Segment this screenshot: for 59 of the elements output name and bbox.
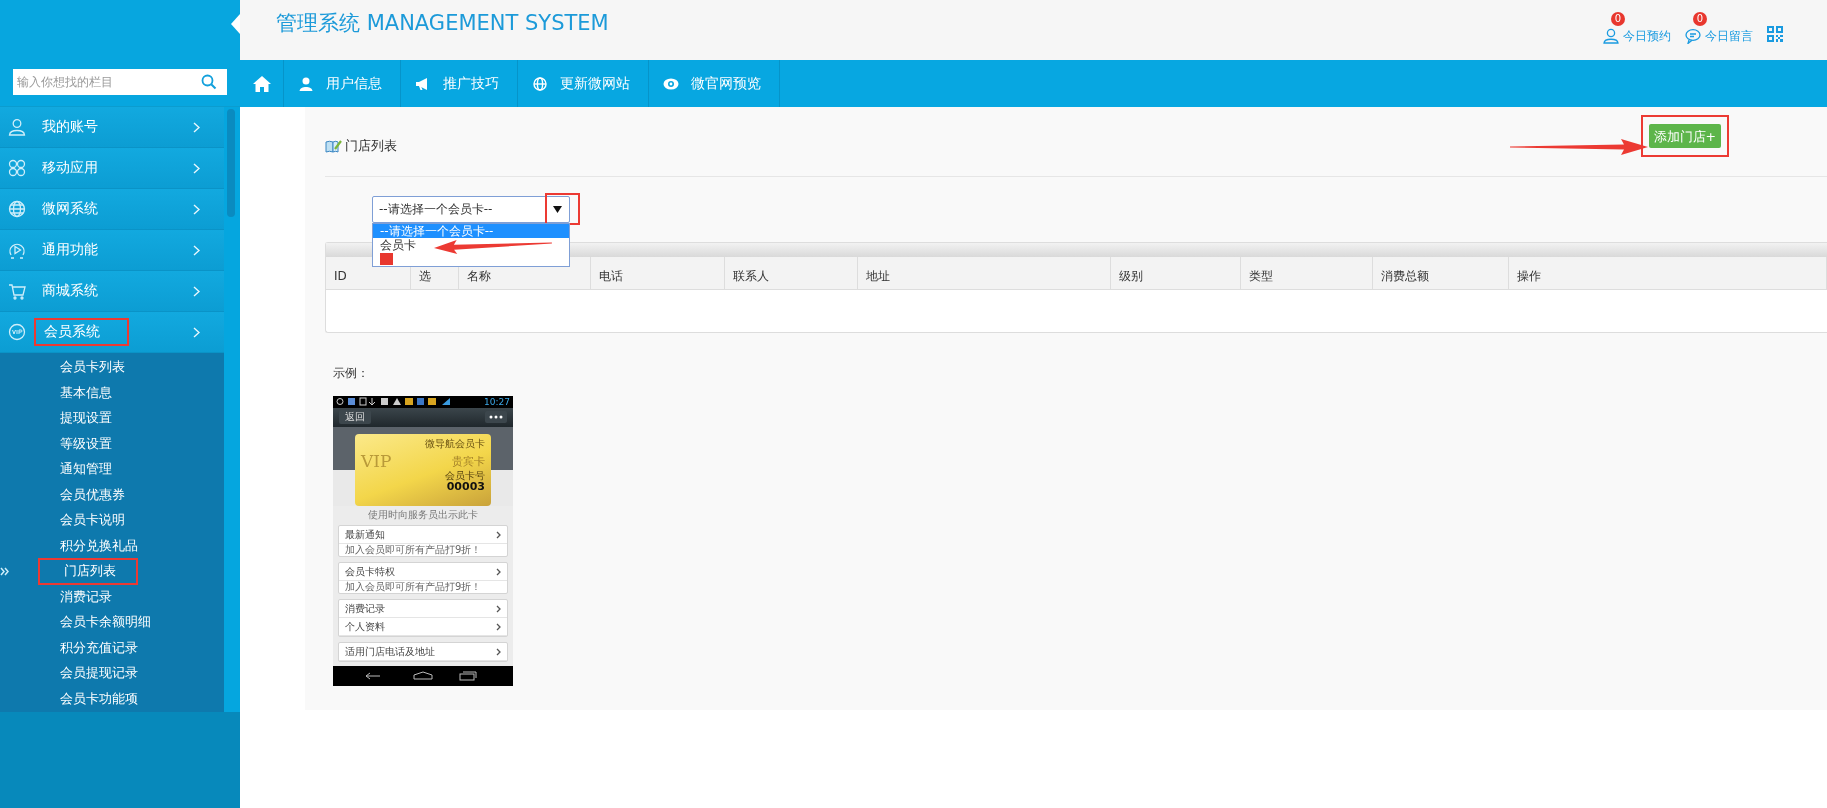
submenu-item[interactable]: 门店列表 <box>38 558 138 586</box>
sidebar-menu-item[interactable]: 会员系统 <box>0 312 224 353</box>
column-header: 消费总额 <box>1373 257 1509 289</box>
column-header: 类型 <box>1241 257 1373 289</box>
submenu-item[interactable]: 会员提现记录 <box>60 665 138 683</box>
card-hint: 使用时向服务员出示此卡 <box>367 508 479 522</box>
menu-label: 会员系统 <box>34 318 129 346</box>
phone-list-note: 加入会员即可所有产品打9折！ <box>344 581 483 593</box>
notice-link[interactable]: 今日留言 <box>1685 27 1753 45</box>
phone-list-item: 个人资料 <box>339 618 507 636</box>
add-store-button[interactable]: 添加门店+ <box>1648 123 1721 148</box>
submenu-item[interactable]: 会员优惠券 <box>60 486 125 504</box>
phone-list-item: 会员卡特权 <box>339 563 507 581</box>
phone-list-item: 最新通知 <box>339 526 507 544</box>
search-field[interactable]: 输入你想找的栏目 <box>13 69 227 95</box>
member-card-select[interactable]: --请选择一个会员卡-- <box>372 196 570 223</box>
submenu-item[interactable]: 提现设置 <box>60 410 112 428</box>
submenu-item[interactable]: 会员卡列表 <box>60 359 125 377</box>
sidebar-menu-item[interactable]: 微网系统 <box>0 189 224 230</box>
card-number-label: 会员卡号 <box>445 471 485 481</box>
phone-list-note: 加入会员即可所有产品打9折！ <box>344 544 483 556</box>
menu-label: 移动应用 <box>41 158 99 177</box>
column-header: 地址 <box>858 257 1111 289</box>
submenu-item[interactable]: 通知管理 <box>60 461 112 479</box>
menu-label: 我的账号 <box>41 117 99 136</box>
submenu-item[interactable]: 会员卡说明 <box>60 512 125 530</box>
sidebar-menu-item[interactable]: 通用功能 <box>0 230 224 271</box>
page-title: 门店列表 <box>345 136 397 155</box>
example-label: 示例： <box>333 365 370 382</box>
column-header: 操作 <box>1509 257 1827 289</box>
menu-label: 微网系统 <box>41 199 99 218</box>
menu-label: 通用功能 <box>41 240 99 259</box>
submenu-item[interactable]: 积分充值记录 <box>60 639 138 657</box>
phone-list-item: 适用门店电话及地址 <box>339 643 507 661</box>
count-badge: 0 <box>1611 11 1625 26</box>
sidebar-menu-item[interactable]: 我的账号 <box>0 107 224 148</box>
column-header: 电话 <box>591 257 725 289</box>
submenu-item[interactable]: 积分兑换礼品 <box>60 537 138 555</box>
card-vip: VIP <box>361 451 392 471</box>
submenu-item[interactable]: 基本信息 <box>60 384 112 402</box>
card-brand: 微导航会员卡 <box>425 437 485 451</box>
column-header: 级别 <box>1111 257 1241 289</box>
sidebar-menu-item[interactable]: 移动应用 <box>0 148 224 189</box>
dropdown-option[interactable]: 会员卡 <box>373 238 569 252</box>
card-number: 00003 <box>446 481 485 492</box>
submenu-item[interactable]: 等级设置 <box>60 435 112 453</box>
phone-list-item: 消费记录 <box>339 600 507 618</box>
column-header: 联系人 <box>725 257 858 289</box>
app-title: 管理系统 MANAGEMENT SYSTEM <box>276 10 609 37</box>
sidebar-menu-item[interactable]: 商城系统 <box>0 271 224 312</box>
menu-label: 商城系统 <box>41 281 99 300</box>
submenu-item[interactable]: 消费记录 <box>60 588 112 606</box>
submenu-item[interactable]: 会员卡功能项 <box>60 690 138 708</box>
card-name: 贵宾卡 <box>452 453 485 469</box>
notice-link[interactable]: 今日预约 <box>1603 27 1671 45</box>
submenu-item[interactable]: 会员卡余额明细 <box>60 614 151 632</box>
count-badge: 0 <box>1693 11 1707 26</box>
dropdown-option[interactable]: --请选择一个会员卡-- <box>373 224 569 238</box>
status-time: 10:27 <box>484 396 510 407</box>
